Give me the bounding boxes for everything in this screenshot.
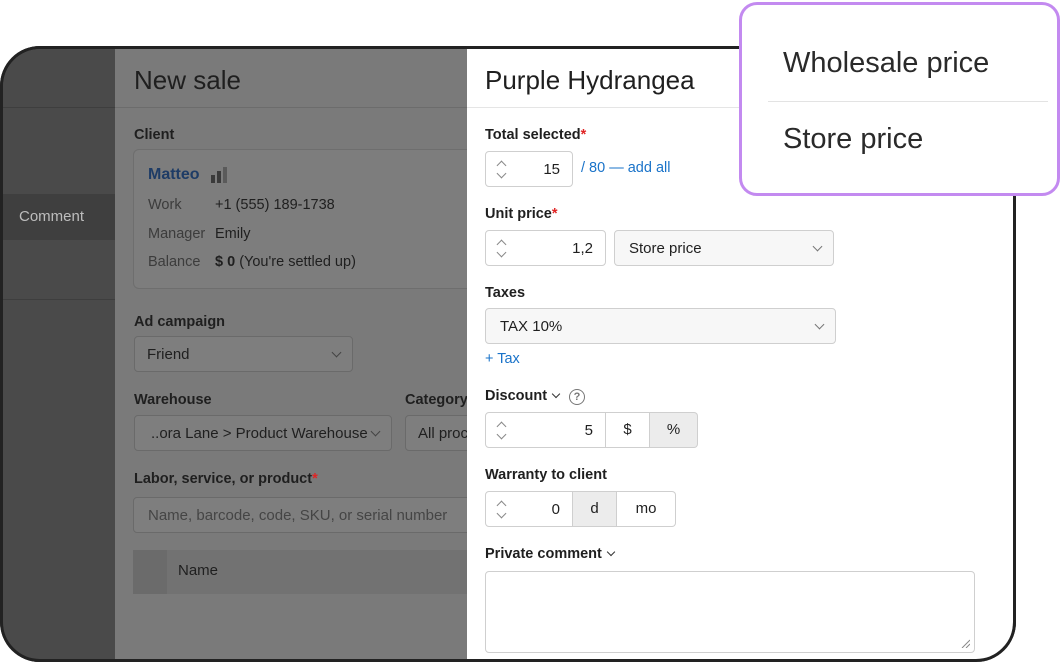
discount-unit-percent[interactable]: % [650,412,698,448]
chevron-down-icon [814,319,825,330]
warranty-stepper[interactable]: 0 [485,491,573,527]
add-all-link[interactable]: / 80 — add all [581,160,670,176]
tax-select[interactable]: TAX 10% [485,308,836,344]
ad-campaign-label: Ad campaign [134,314,226,330]
total-selected-stepper[interactable]: 15 [485,151,573,187]
unit-price-stepper[interactable]: 1,2 [485,230,606,266]
ad-campaign-value: Friend [147,346,190,363]
client-manager-key: Manager [148,226,206,242]
required-asterisk: * [551,206,558,222]
sidebar-top-row [3,49,115,108]
discount-label-text: Discount [485,388,548,404]
client-manager-value: Emily [215,226,251,242]
private-comment-toggle[interactable]: Private comment [485,546,616,562]
page-title: New sale [134,65,241,95]
category-value: All proc [418,425,469,442]
warranty-label: Warranty to client [485,467,607,483]
new-sale-form: New sale Client Matteo Work +1 (555) 189… [115,49,485,662]
client-balance-key: Balance [148,254,201,270]
dropdown-divider [768,101,1048,102]
stepper-arrows-icon[interactable] [496,420,508,440]
price-option-wholesale[interactable]: Wholesale price [783,47,989,80]
product-label: Labor, service, or product* [134,471,318,487]
required-asterisk: * [580,127,587,143]
unit-price-label: Unit price* [485,206,558,222]
panel-title: Purple Hydrangea [485,65,695,95]
warehouse-select[interactable]: ..ora Lane > Product Warehouse [134,415,392,451]
stepper-arrows-icon[interactable] [496,159,508,179]
discount-value: 5 [584,422,593,439]
private-comment-label-text: Private comment [485,546,602,562]
discount-stepper[interactable]: 5 [485,412,606,448]
product-label-text: Labor, service, or product [134,471,313,487]
required-asterisk: * [312,471,318,487]
client-balance-value: $ 0 (You're settled up) [215,254,356,270]
taxes-label: Taxes [485,285,526,301]
sidebar-item-comment[interactable]: Comment [3,194,115,240]
warranty-value: 0 [551,501,560,518]
sidebar-item-label: Comment [19,208,85,225]
balance-amount: $ 0 [215,254,236,270]
balance-note: (You're settled up) [235,254,356,270]
total-selected-value: 15 [543,161,560,178]
warehouse-value: ..ora Lane > Product Warehouse [151,425,368,442]
warranty-unit-days[interactable]: d [573,491,617,527]
total-selected-label: Total selected* [485,127,586,143]
chevron-down-icon [331,347,342,358]
warranty-unit-months[interactable]: mo [617,491,676,527]
help-icon[interactable]: ? [569,389,585,405]
chevron-down-icon [551,389,561,399]
price-type-value: Store price [629,240,702,257]
category-label: Category [405,392,468,408]
chevron-down-icon [370,426,381,437]
unit-price-label-text: Unit price [485,206,552,222]
add-tax-link[interactable]: + Tax [485,351,520,367]
stepper-arrows-icon[interactable] [496,238,508,258]
client-name-link[interactable]: Matteo [148,166,200,184]
sidebar: Comment [3,49,115,662]
discount-unit-dollar[interactable]: $ [606,412,650,448]
stepper-arrows-icon[interactable] [496,499,508,519]
products-table-header: Name [133,550,473,594]
table-col-name: Name [178,562,219,579]
chevron-down-icon [812,241,823,252]
client-work-value: +1 (555) 189-1738 [215,197,335,213]
price-option-store[interactable]: Store price [783,123,923,156]
warehouse-label: Warehouse [134,392,212,408]
unit-price-value: 1,2 [572,240,593,257]
chevron-down-icon [606,547,616,557]
form-header: New sale [115,49,467,108]
client-work-key: Work [148,197,182,213]
total-selected-label-text: Total selected [485,127,581,143]
table-header-checkbox-cell [133,550,167,594]
client-label: Client [134,127,175,143]
ad-campaign-select[interactable]: Friend [134,336,353,372]
signal-bars-icon [211,167,227,183]
resize-grip-icon[interactable] [960,638,970,648]
client-card: Matteo Work +1 (555) 189-1738 Manager Em… [133,149,475,289]
private-comment-textarea[interactable] [485,571,975,653]
price-type-dropdown: Wholesale price Store price [739,2,1060,196]
tax-value: TAX 10% [500,318,563,335]
price-type-select[interactable]: Store price [614,230,834,266]
product-search-input[interactable]: Name, barcode, code, SKU, or serial numb… [133,497,473,533]
discount-toggle[interactable]: Discount [485,388,561,404]
sidebar-divider [3,299,115,300]
